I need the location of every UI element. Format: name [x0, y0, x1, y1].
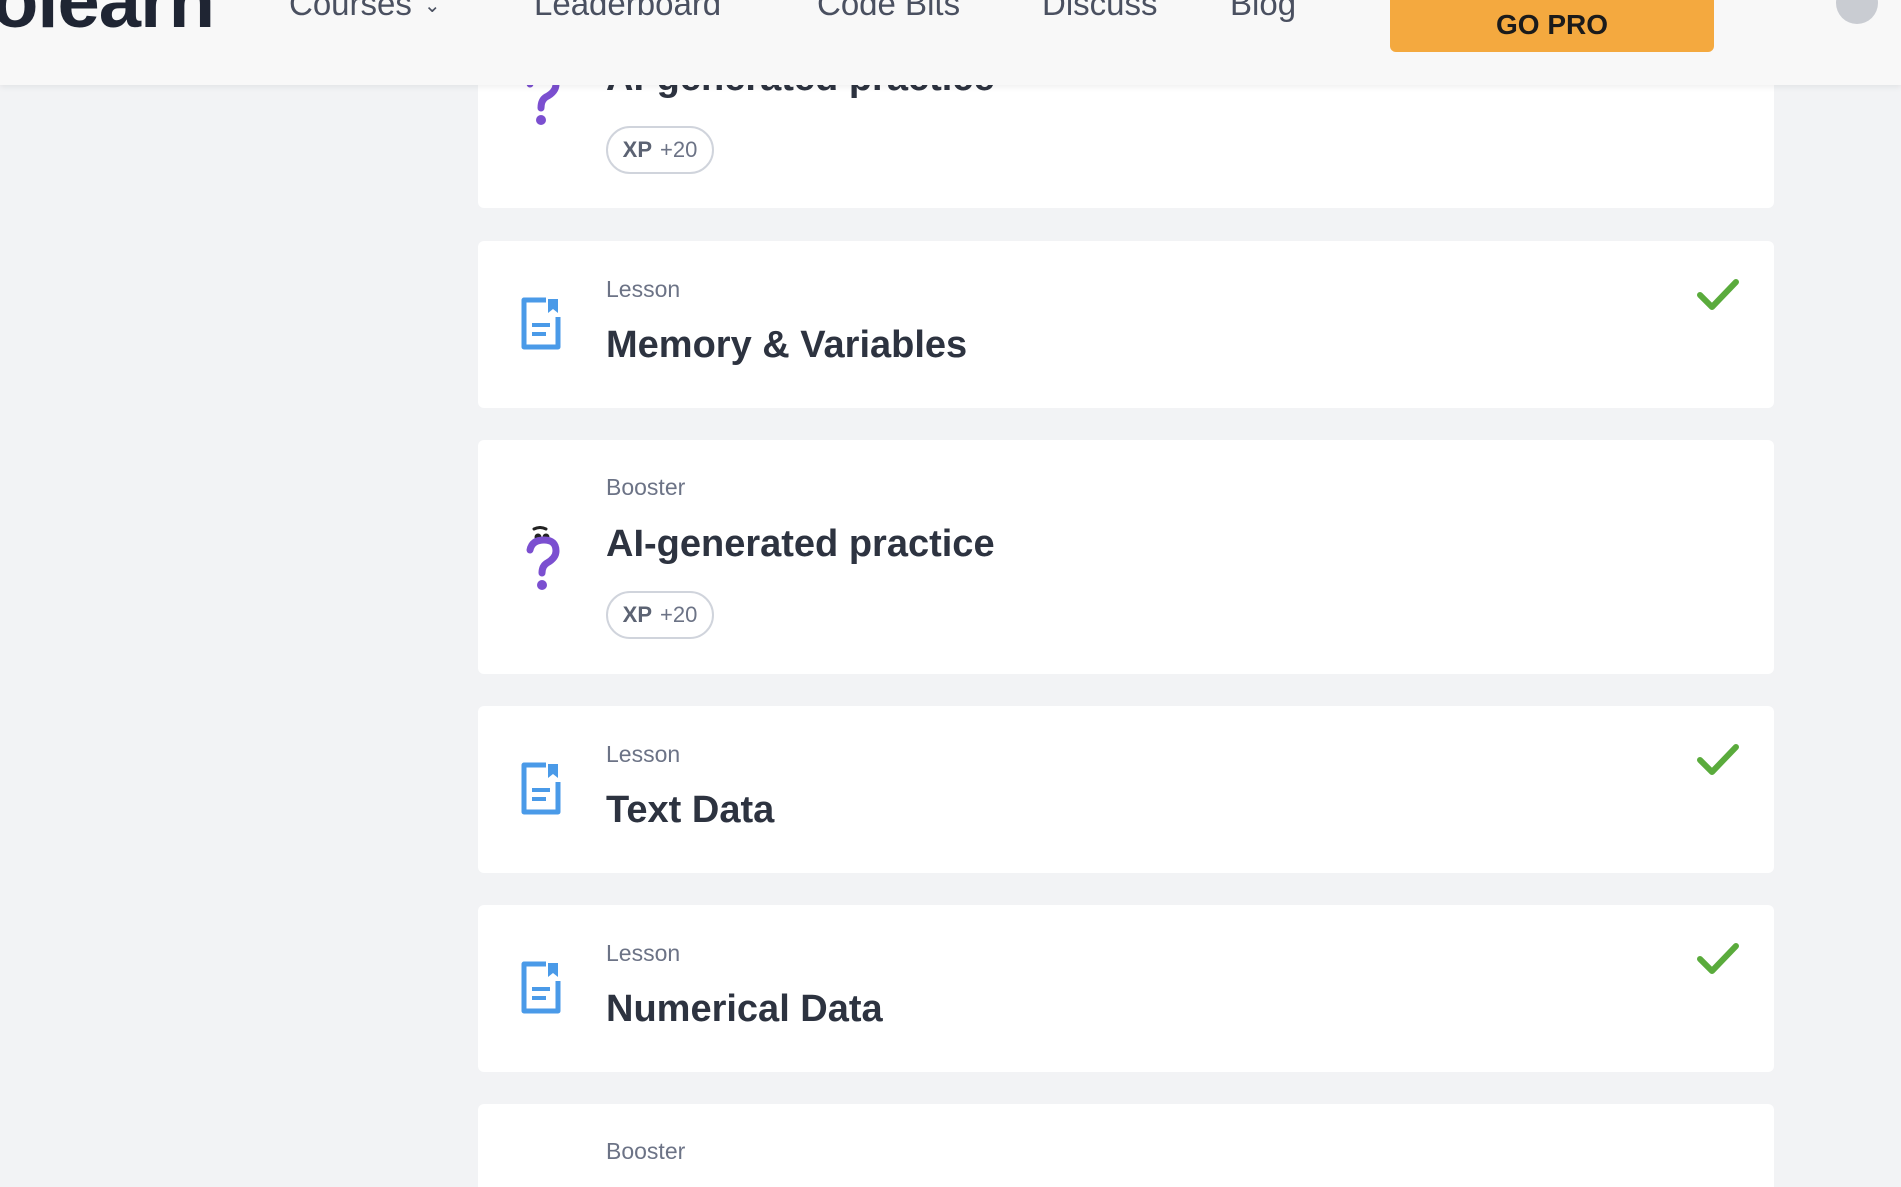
- course-item-booster[interactable]: Booster: [478, 1104, 1774, 1187]
- item-title: Memory & Variables: [606, 324, 968, 366]
- item-type-label: Booster: [606, 474, 686, 500]
- lesson-document-icon: [520, 762, 562, 821]
- course-item-lesson[interactable]: Lesson Memory & Variables: [478, 241, 1774, 408]
- nav-blog[interactable]: Blog: [1230, 0, 1296, 22]
- site-logo[interactable]: olearn: [0, 0, 215, 40]
- nav-leaderboard[interactable]: Leaderboard: [534, 0, 721, 22]
- completed-check-icon: [1696, 277, 1740, 318]
- item-title: Numerical Data: [606, 988, 883, 1030]
- xp-value: +20: [660, 602, 698, 627]
- item-type-label: Lesson: [606, 741, 681, 767]
- xp-label: XP: [622, 137, 653, 162]
- xp-badge: XP +20: [606, 591, 714, 639]
- question-character-icon: [520, 526, 564, 601]
- item-type-label: Lesson: [606, 276, 681, 302]
- nav-discuss[interactable]: Discuss: [1042, 0, 1158, 22]
- course-item-lesson[interactable]: Lesson Numerical Data: [478, 905, 1774, 1072]
- xp-badge: XP +20: [606, 126, 714, 174]
- chevron-down-icon: ⌄: [423, 0, 441, 18]
- xp-label: XP: [622, 602, 653, 627]
- completed-check-icon: [1696, 941, 1740, 982]
- item-type-label: Lesson: [606, 940, 681, 966]
- lesson-document-icon: [520, 961, 562, 1020]
- course-item-booster[interactable]: Booster AI-generated practice XP +20: [478, 440, 1774, 674]
- nav-code-bits[interactable]: Code Bits: [817, 0, 960, 22]
- item-type-label: Booster: [606, 1138, 686, 1164]
- nav-courses-label: Courses: [289, 0, 412, 22]
- completed-check-icon: [1696, 742, 1740, 783]
- lesson-document-icon: [520, 297, 562, 356]
- item-title: AI-generated practice: [606, 523, 995, 565]
- item-title: Text Data: [606, 789, 775, 831]
- go-pro-button[interactable]: GO PRO: [1390, 0, 1714, 52]
- nav-courses[interactable]: Courses ⌄: [289, 0, 441, 24]
- course-item-lesson[interactable]: Lesson Text Data: [478, 706, 1774, 873]
- top-navbar: olearn Courses ⌄ Leaderboard Code Bits Di…: [0, 0, 1901, 85]
- xp-value: +20: [660, 137, 698, 162]
- profile-avatar-icon[interactable]: [1836, 0, 1878, 24]
